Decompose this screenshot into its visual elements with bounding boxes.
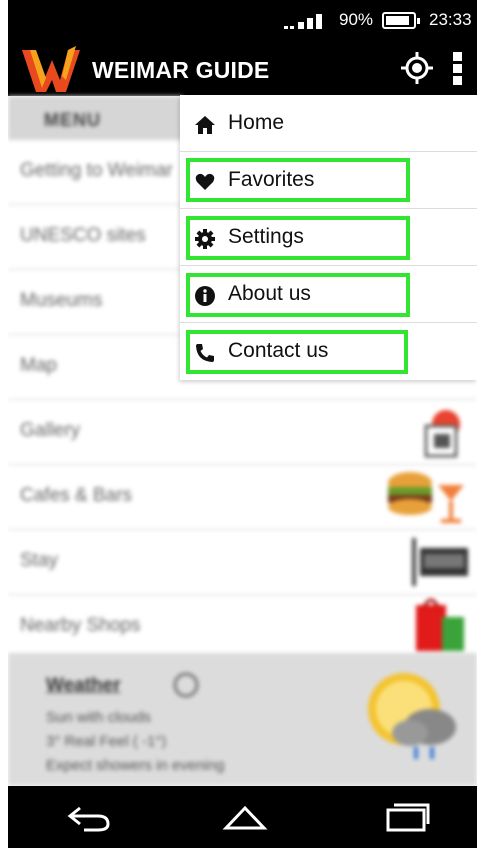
- menu-item-label: UNESCO sites: [20, 225, 146, 246]
- highlight-about-us: [186, 273, 410, 317]
- menu-header: MENU: [8, 96, 183, 140]
- weather-condition: Sun with clouds: [46, 709, 152, 726]
- menu-item-cafes-bars[interactable]: Cafes & Bars: [8, 465, 477, 530]
- menu-item-nearby-shops[interactable]: Nearby Shops: [8, 595, 477, 660]
- weather-title: Weather: [46, 675, 121, 696]
- menu-item-label: Stay: [20, 550, 59, 571]
- cafe-icon: [388, 472, 464, 523]
- menu-item-stay[interactable]: Stay: [8, 530, 477, 595]
- menu-item-label: Nearby Shops: [20, 615, 141, 636]
- dropdown-item-label: Home: [228, 111, 285, 134]
- weather-forecast: Expect showers in evening: [46, 757, 225, 774]
- highlight-contact-us: [186, 330, 408, 374]
- menu-item-label: Cafes & Bars: [20, 485, 132, 506]
- app-logo: [22, 46, 80, 92]
- dropdown-item-home[interactable]: Home: [180, 95, 477, 152]
- menu-item-gallery[interactable]: Gallery: [8, 400, 477, 465]
- battery-percent: 90%: [339, 10, 374, 29]
- weather-temperature: 3° Real Feel ( -1°): [46, 733, 167, 750]
- overflow-menu-icon[interactable]: [450, 52, 464, 86]
- menu-item-label: Map: [20, 355, 57, 376]
- highlight-settings: [186, 216, 410, 260]
- recents-icon[interactable]: [382, 800, 432, 834]
- status-clock: 23:33: [429, 10, 472, 29]
- menu-header-label: MENU: [44, 110, 101, 130]
- status-bar: 90% 23:33: [8, 0, 477, 40]
- app-bar: WEIMAR GUIDE: [8, 40, 477, 96]
- shops-icon: [416, 598, 464, 651]
- menu-item-label: Gallery: [20, 420, 81, 441]
- battery-fill: [386, 16, 409, 25]
- weather-sun-cloud-icon: [368, 673, 456, 759]
- app-title: WEIMAR GUIDE: [92, 57, 270, 83]
- refresh-icon[interactable]: [172, 671, 200, 699]
- stay-icon: [412, 538, 468, 586]
- system-nav-bar: [8, 786, 477, 848]
- back-icon[interactable]: [64, 800, 114, 834]
- locate-icon[interactable]: [401, 52, 433, 84]
- battery-icon: [382, 12, 420, 29]
- phone-screen: 90% 23:33 WEIMAR GUIDE MENU Getting to W…: [8, 0, 477, 848]
- home-icon: [195, 116, 215, 134]
- gallery-icon: [424, 410, 460, 458]
- signal-icon: [284, 14, 322, 29]
- highlight-favorites: [186, 158, 410, 202]
- menu-item-label: Museums: [20, 290, 103, 311]
- home-nav-icon[interactable]: [220, 800, 270, 834]
- menu-item-label: Getting to Weimar: [20, 160, 173, 181]
- weather-panel[interactable]: Weather Sun with clouds 3° Real Feel ( -…: [8, 653, 477, 786]
